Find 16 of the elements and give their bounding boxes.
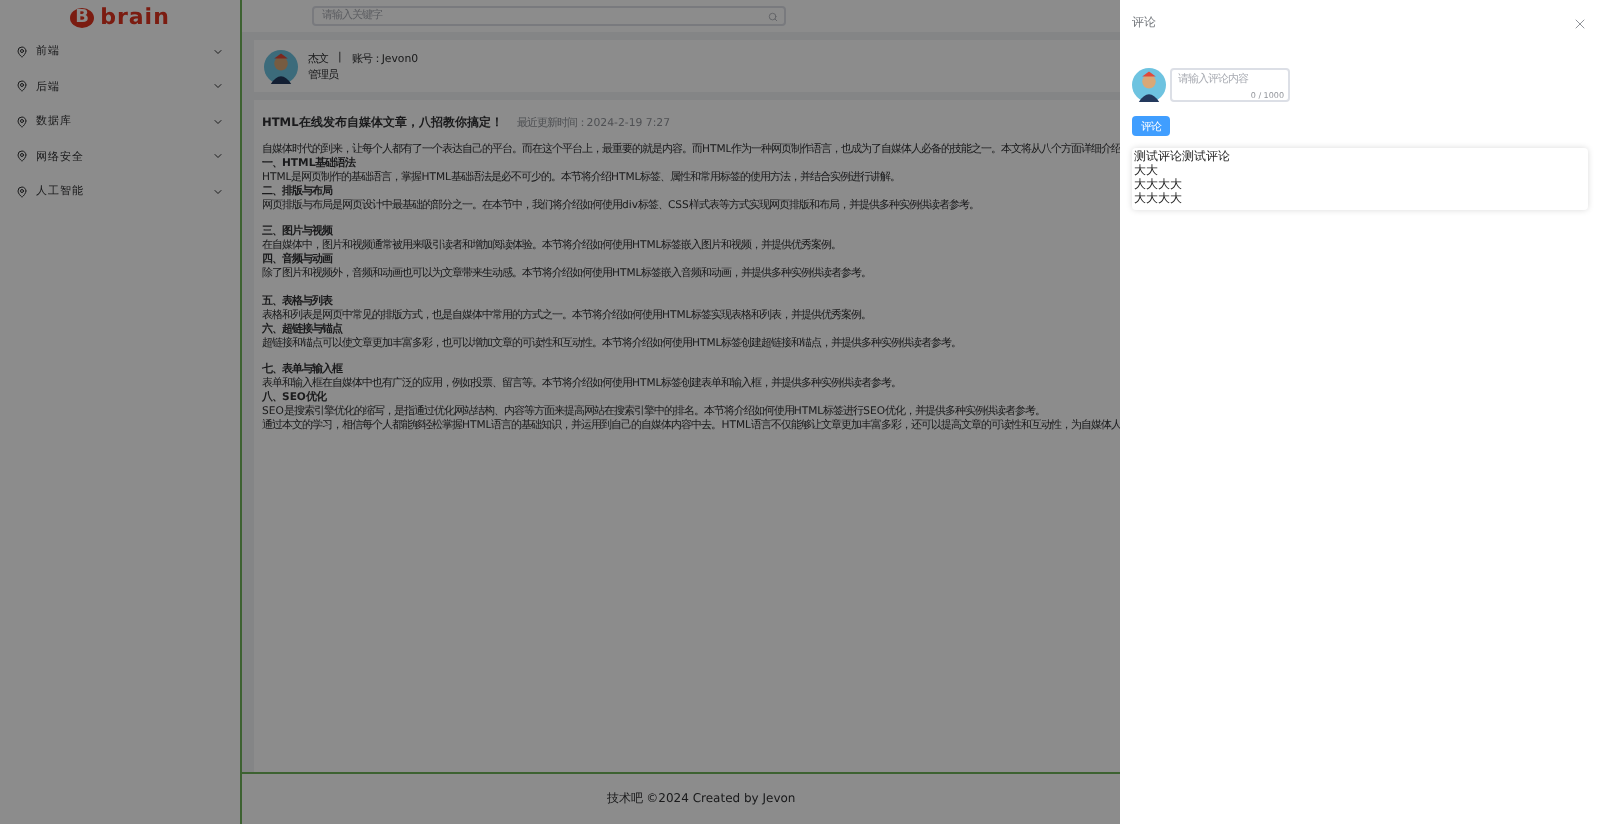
location-pin-icon	[16, 80, 28, 93]
location-pin-icon	[16, 45, 28, 58]
chevron-down-icon	[212, 45, 224, 58]
chevron-down-icon	[212, 80, 224, 93]
avatar-icon	[1132, 68, 1166, 102]
chevron-down-icon	[212, 115, 224, 128]
chevron-down-icon	[212, 150, 224, 163]
location-pin-icon	[16, 150, 28, 163]
chevron-down-icon	[212, 185, 224, 198]
location-pin-icon	[16, 185, 28, 198]
close-button[interactable]	[1572, 15, 1588, 31]
logo-text: brain	[100, 4, 170, 30]
avatar-icon	[264, 49, 298, 83]
location-pin-icon	[16, 115, 28, 128]
logo-badge: B	[70, 7, 95, 27]
search-icon	[768, 11, 778, 21]
